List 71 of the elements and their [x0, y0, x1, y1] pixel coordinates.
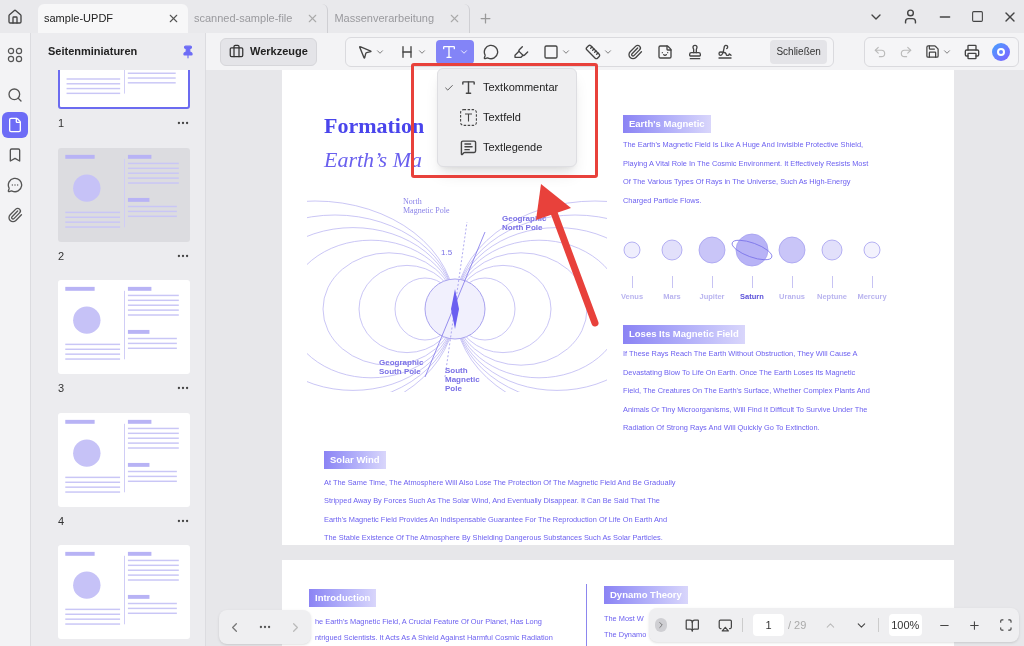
stamp-icon — [686, 43, 703, 60]
section-heading: Loses Its Magnetic Field — [623, 325, 745, 344]
expand-button[interactable] — [655, 618, 667, 632]
text-box-icon — [460, 109, 477, 126]
page-thumbnail[interactable] — [58, 412, 190, 507]
pin-icon[interactable] — [181, 44, 195, 59]
menu-item[interactable]: Textkommentar — [438, 74, 576, 101]
comment-icon — [482, 43, 499, 60]
maximize-icon[interactable] — [971, 10, 984, 23]
planet-icon — [623, 241, 641, 259]
tools-button[interactable]: Werkzeuge — [220, 37, 317, 66]
print-icon[interactable] — [963, 43, 980, 60]
two-page-icon[interactable] — [685, 616, 700, 634]
section-heading: Dynamo Theory — [604, 586, 688, 605]
user-icon[interactable] — [902, 8, 919, 25]
page-thumbnail[interactable] — [58, 545, 190, 639]
page-number: 2 — [58, 248, 65, 264]
page-icon — [7, 117, 23, 133]
home-icon[interactable] — [7, 8, 23, 25]
page-thumbnail[interactable] — [58, 280, 190, 374]
diagram-label: Geographic North Pole — [502, 214, 547, 232]
page-field[interactable]: 1 — [753, 614, 784, 636]
section-heading: Solar Wind — [324, 450, 386, 469]
chevron-right-icon — [656, 620, 666, 630]
diagram-label: 1.5 — [441, 248, 453, 257]
diagram-label: South Magnetic Pole — [445, 366, 480, 393]
sticker-icon — [656, 43, 673, 60]
fit-page-icon[interactable] — [999, 617, 1013, 633]
page-number: 3 — [58, 381, 65, 396]
app-logo-icon[interactable] — [991, 42, 1010, 61]
comment-icon — [7, 177, 23, 193]
text-icon — [460, 79, 477, 96]
ruler-icon — [584, 43, 601, 60]
page-thumbnail[interactable] — [58, 147, 190, 242]
planet-icon — [863, 241, 881, 259]
search-icon — [7, 87, 23, 103]
document-tab[interactable]: sample-UPDF — [38, 4, 188, 33]
cursor-icon — [356, 43, 373, 60]
tool-button[interactable] — [435, 39, 474, 64]
diagram-label: North Magnetic Pole — [403, 197, 450, 215]
toolbox-icon — [229, 44, 244, 59]
section-heading: Earth's Magnetic — [623, 115, 711, 134]
planet-icon — [661, 239, 683, 261]
diagram-label: Geographic South Pole — [379, 358, 424, 376]
menu-item[interactable]: Textlegende — [438, 134, 576, 161]
grid-icon — [7, 47, 23, 63]
page-count: / 29 — [787, 617, 807, 633]
page-number: 1 — [58, 116, 65, 131]
menu-item[interactable]: Textfeld — [438, 104, 576, 131]
planet-icon — [730, 233, 774, 267]
sidebar-item[interactable] — [2, 112, 28, 138]
paperclip-icon — [7, 207, 23, 223]
bookmark-icon — [7, 147, 23, 163]
check-icon — [444, 82, 454, 93]
paperclip-icon — [626, 43, 643, 60]
highlighter-icon — [512, 43, 529, 60]
section-heading: Introduction — [309, 589, 377, 608]
panel-title: Seitenminiaturen — [48, 44, 138, 60]
page-number: 4 — [58, 513, 65, 529]
planet-icon — [821, 239, 843, 261]
save-icon[interactable] — [924, 44, 940, 59]
text-icon — [440, 43, 457, 60]
zoom-field[interactable]: 100% — [888, 614, 922, 636]
planet-icon — [698, 236, 726, 264]
close-tool-button[interactable]: Schließen — [770, 39, 827, 64]
signature-icon — [716, 43, 733, 60]
presentation-icon[interactable] — [717, 616, 733, 634]
close-tab-icon[interactable] — [167, 12, 180, 25]
planet-icon — [778, 236, 806, 264]
callout-icon — [460, 139, 477, 156]
rectangle-icon — [542, 43, 559, 60]
